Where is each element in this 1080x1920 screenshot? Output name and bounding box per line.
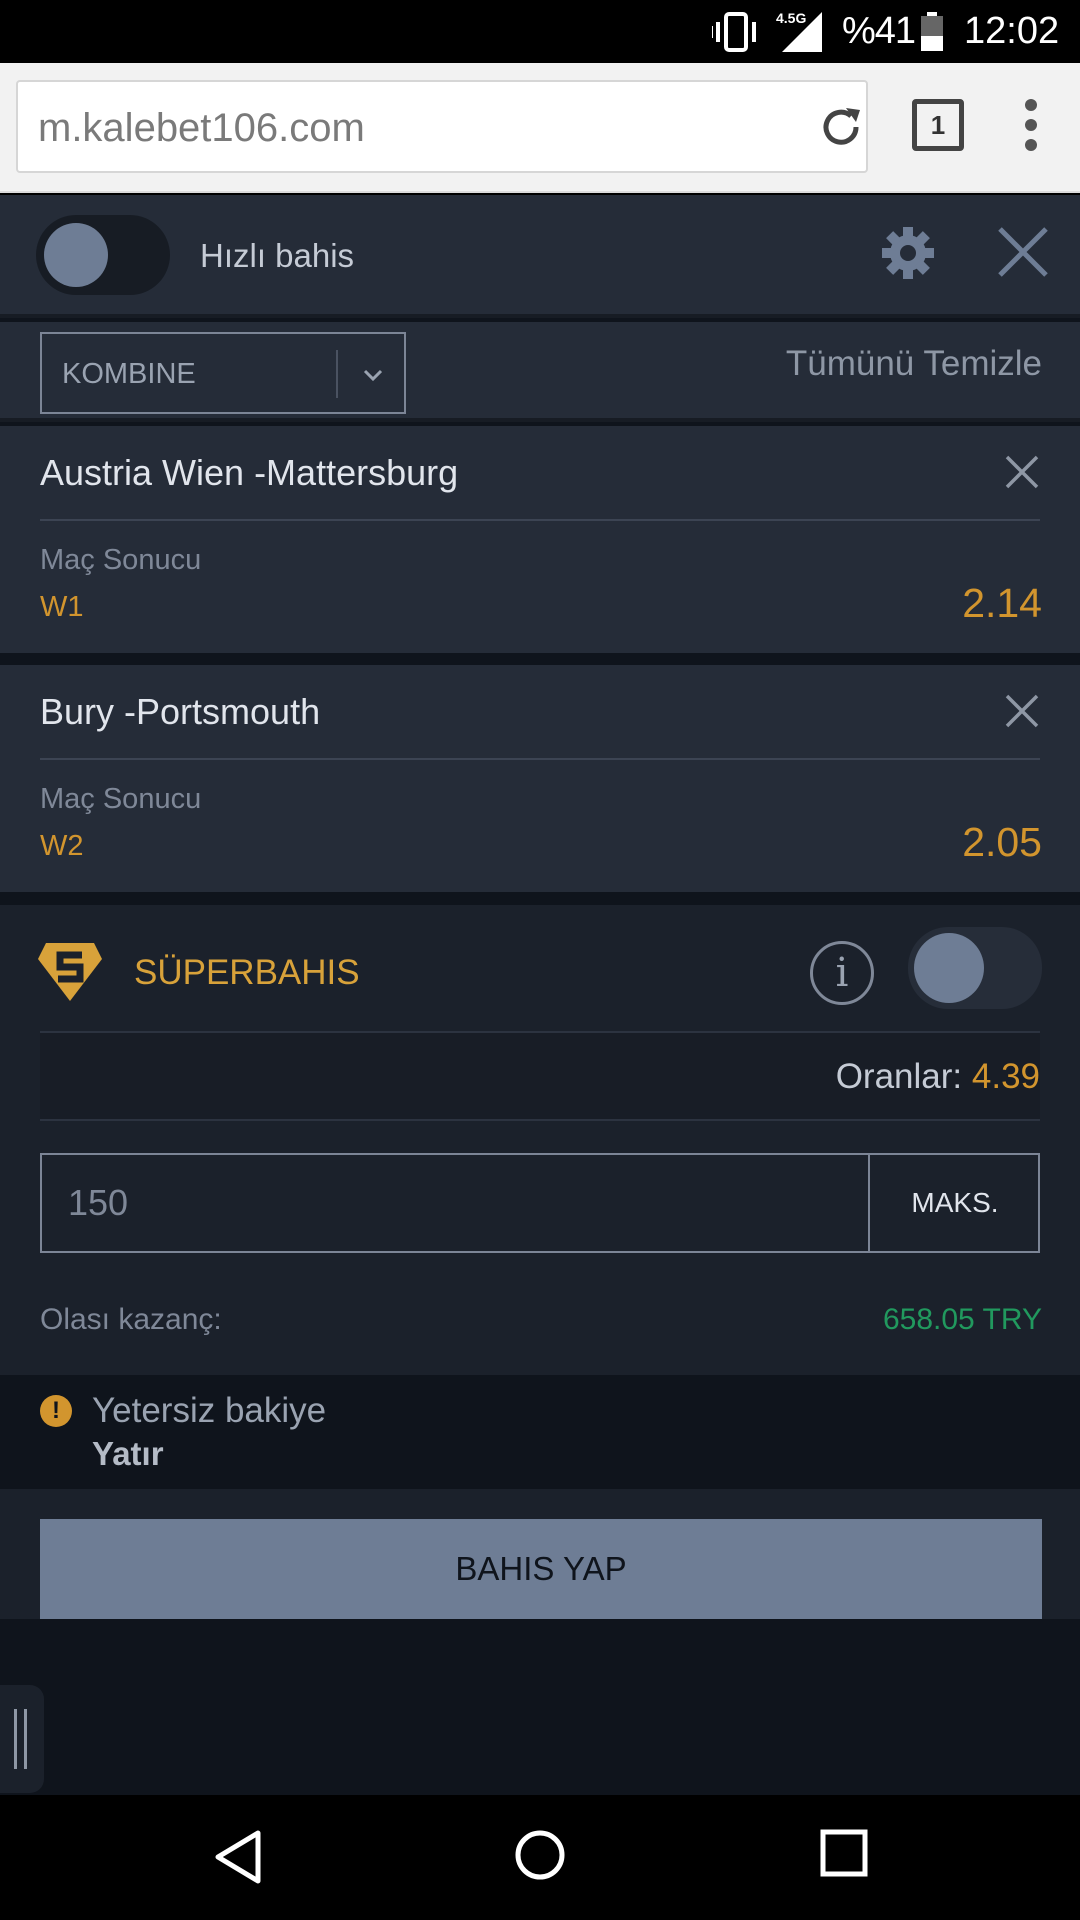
remove-bet-icon[interactable] [1004,454,1040,490]
bet-item: Bury -Portsmouth Maç Sonucu W2 2.05 [0,665,1080,897]
quick-bet-label: Hızlı bahis [200,237,355,274]
possible-win-label: Olası kazanç: [40,1303,222,1336]
bet-odd: 2.05 [962,819,1042,865]
reload-icon[interactable] [818,104,864,150]
insufficient-balance-notice: ! Yetersiz bakiye Yatır [0,1375,1080,1489]
total-odds-row: Oranlar: 4.39 [40,1031,1040,1121]
bet-match: Bury -Portsmouth [40,691,321,732]
recent-apps-icon[interactable] [820,1829,868,1877]
bet-type-bar: KOMBINE Tümünü Temizle [0,322,1080,422]
bet-market: Maç Sonucu [40,544,202,576]
url-text: m.kalebet106.com [38,106,365,150]
bet-summary-panel: SÜPERBAHIS i Oranlar: 4.39 MAKS. Olası k… [0,905,1080,1375]
total-odds: Oranlar: 4.39 [836,1057,1040,1097]
warning-text: Yetersiz bakiye [92,1391,327,1430]
bet-match: Austria Wien -Mattersburg [40,452,459,493]
bet-odd: 2.14 [962,580,1042,626]
betslip: Hızlı bahis KOMBINE Tümünü Temizle Austr… [0,195,1080,1795]
quick-bet-toggle[interactable] [36,215,170,295]
close-icon[interactable] [996,225,1050,279]
odds-label: Oranlar: [835,1057,963,1096]
max-stake-button[interactable]: MAKS. [870,1155,1040,1251]
place-bet-button[interactable]: BAHIS YAP [40,1519,1042,1619]
clear-all-button[interactable]: Tümünü Temizle [786,344,1042,384]
odds-value: 4.39 [971,1057,1040,1096]
bet-divider [40,758,1040,760]
network-type: 4.5G [776,10,807,26]
address-bar[interactable]: m.kalebet106.com [16,80,868,173]
remove-bet-icon[interactable] [1004,693,1040,729]
browser-toolbar: m.kalebet106.com 1 [0,63,1080,193]
more-menu-icon[interactable] [1016,99,1046,159]
bet-divider [40,519,1040,521]
info-icon[interactable]: i [810,941,874,1005]
bet-type-select[interactable]: KOMBINE [40,332,406,414]
battery-percent: %41 [842,10,916,52]
warning-icon: ! [40,1395,72,1427]
deposit-link[interactable]: Yatır [92,1435,164,1473]
superbet-toggle[interactable] [908,927,1042,1009]
superbet-label: SÜPERBAHIS [134,953,360,992]
back-icon[interactable] [212,1829,264,1885]
stake-field: MAKS. [40,1153,1040,1253]
system-nav-bar [0,1795,1080,1920]
clock: 12:02 [964,10,1060,52]
stake-input[interactable] [42,1155,870,1251]
bet-market: Maç Sonucu [40,783,202,815]
bet-pick: W2 [40,830,84,862]
gear-icon[interactable] [880,225,936,281]
tab-switcher-button[interactable]: 1 [912,99,964,151]
chevron-down-icon [363,369,383,382]
quick-bet-bar: Hızlı bahis [0,195,1080,318]
vibrate-icon [712,12,756,52]
select-divider [336,350,338,398]
possible-win-value: 658.05 TRY [882,1303,1042,1336]
side-drawer-handle[interactable] [0,1685,44,1793]
place-bet-area: BAHIS YAP [0,1489,1080,1619]
bet-type-value: KOMBINE [62,358,196,390]
home-icon[interactable] [514,1829,566,1881]
battery-icon [921,12,943,51]
superbet-logo-icon [38,943,102,1001]
bet-pick: W1 [40,591,84,623]
bet-item: Austria Wien -Mattersburg Maç Sonucu W1 … [0,426,1080,658]
status-bar: 4.5G %41 12:02 [0,0,1080,63]
